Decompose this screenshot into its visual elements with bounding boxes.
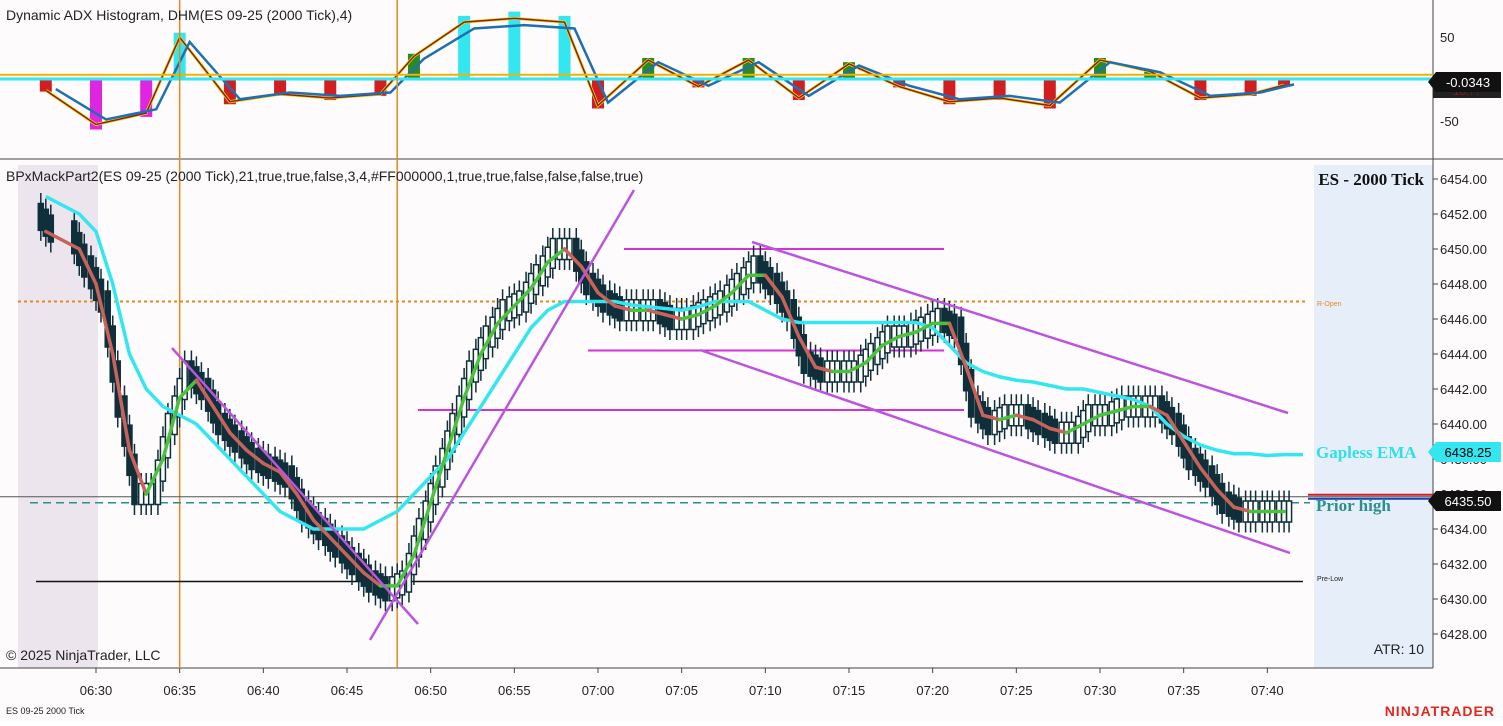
footer-series-label: ES 09-25 2000 Tick: [6, 706, 85, 716]
time-tick-label: 06:30: [80, 683, 113, 698]
candle-body: [47, 214, 55, 243]
copyright-text: © 2025 NinjaTrader, LLC: [6, 647, 161, 663]
adx-bar: [39, 79, 52, 92]
time-tick-label: 07:30: [1084, 683, 1117, 698]
candle-body: [750, 255, 757, 284]
adx-badge-text: -0.0343: [1446, 75, 1490, 90]
candle-body: [1085, 404, 1092, 433]
adx-y-tick: 50: [1440, 30, 1454, 45]
instrument-label: ES - 2000 Tick: [1318, 170, 1424, 189]
time-tick-label: 06:40: [247, 683, 280, 698]
ema-price-badge: 6438.25: [1428, 442, 1501, 462]
session-shade: [18, 165, 98, 668]
price-tick-label: 6430.00: [1440, 592, 1487, 607]
last-price-badge-text: 6435.50: [1445, 494, 1492, 509]
adx-bar: [508, 11, 521, 80]
pre-low-label: Pre-Low: [1317, 576, 1344, 583]
atr-label: ATR: 10: [1374, 641, 1425, 657]
ema-badge-text: 6438.25: [1445, 445, 1492, 460]
chart-svg: 50 -50 6454.00 6452.00 6450.00 6448.00 6446.00…: [0, 0, 1503, 719]
chart-canvas: 50 -50 6454.00 6452.00 6450.00 6448.00 6446.00…: [0, 0, 1503, 721]
price-tick-label: 6444.00: [1440, 347, 1487, 362]
adx-value-badge: 16.?? -0.0343: [1428, 72, 1501, 98]
price-tick-label: 6432.00: [1440, 557, 1487, 572]
price-tick-label: 6448.00: [1440, 277, 1487, 292]
time-tick-label: 06:55: [498, 683, 531, 698]
candle-body: [1285, 500, 1293, 523]
price-tick-label: 6454.00: [1440, 172, 1487, 187]
time-tick-label: 07:00: [582, 683, 615, 698]
price-tick-label: 6450.00: [1440, 242, 1487, 257]
price-tick-label: 6452.00: [1440, 207, 1487, 222]
candle-body: [984, 406, 992, 436]
price-tick-label: 6434.00: [1440, 522, 1487, 537]
price-tick-label: 6446.00: [1440, 312, 1487, 327]
adx-y-tick: -50: [1440, 114, 1459, 129]
time-tick-label: 07:15: [833, 683, 866, 698]
prior-high-label: Prior high: [1316, 496, 1391, 515]
time-tick-label: 07:20: [916, 683, 949, 698]
candle-body: [549, 237, 557, 269]
price-tick-label: 6440.00: [1440, 417, 1487, 432]
time-tick-label: 06:35: [163, 683, 196, 698]
time-tick-label: 07:40: [1251, 683, 1284, 698]
gapless-ema-label: Gapless EMA: [1316, 443, 1417, 462]
ninjatrader-logo: NINJATRADER: [1385, 703, 1495, 719]
future-shade: [1314, 165, 1433, 668]
time-tick-label: 07:05: [665, 683, 698, 698]
upper-panel-title: Dynamic ADX Histogram, DHM(ES 09-25 (200…: [6, 7, 352, 23]
time-tick-label: 06:45: [331, 683, 364, 698]
r-open-label: R-Open: [1317, 301, 1342, 308]
time-tick-label: 06:50: [414, 683, 447, 698]
last-price-badge: 6435.50: [1428, 491, 1501, 511]
time-tick-label: 07:35: [1167, 683, 1200, 698]
time-tick-label: 07:25: [1000, 683, 1033, 698]
price-tick-label: 6428.00: [1440, 627, 1487, 642]
main-panel-title: BPxMackPart2(ES 09-25 (2000 Tick),21,tru…: [6, 168, 643, 184]
time-tick-label: 07:10: [749, 683, 782, 698]
candle-body: [884, 325, 891, 354]
price-tick-label: 6442.00: [1440, 382, 1487, 397]
